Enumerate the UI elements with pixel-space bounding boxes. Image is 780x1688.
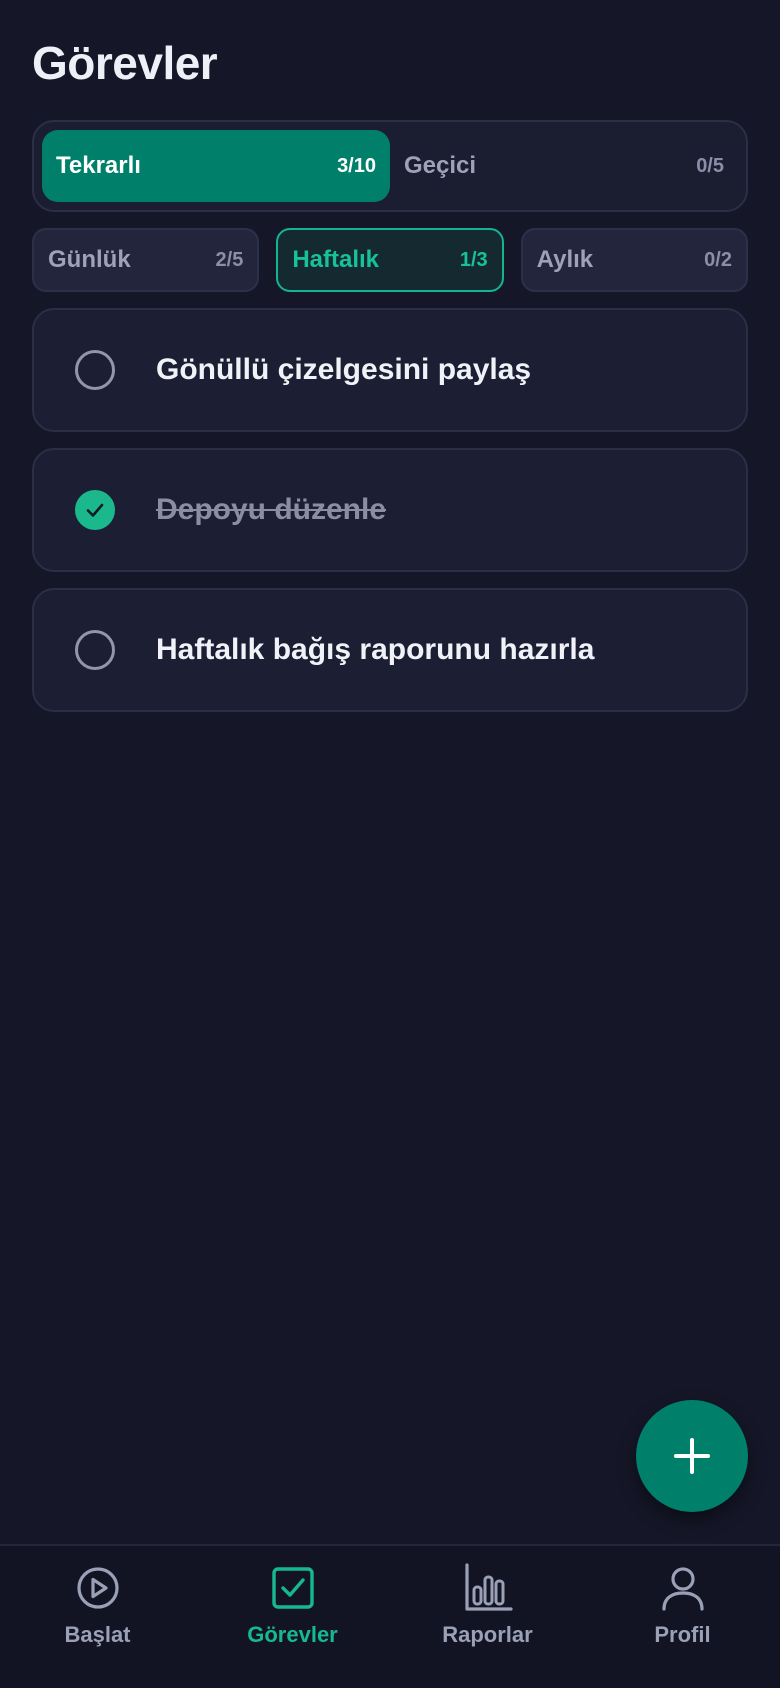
page-title: Görevler: [32, 37, 218, 89]
nav-label: Profil: [654, 1622, 711, 1647]
period-count: 2/5: [215, 248, 244, 271]
nav-item-tasks[interactable]: Görevler: [195, 1546, 390, 1688]
period-count: 0/2: [704, 248, 732, 271]
tasks-screen: Görevler Tekrarlı 3/10 Geçici 0/5 Günlük…: [0, 0, 780, 1688]
segment-count: 3/10: [337, 154, 376, 177]
segment-temporary[interactable]: Geçici 0/5: [390, 130, 738, 202]
nav-label: Görevler: [247, 1622, 338, 1647]
task-checkbox[interactable]: [75, 630, 115, 670]
task-checkbox-checked[interactable]: [75, 490, 115, 530]
period-label: Haftalık: [292, 246, 380, 273]
task-title: Haftalık bağış raporunu hazırla: [156, 633, 595, 666]
segment-label: Tekrarlı: [56, 152, 141, 179]
period-label: Aylık: [536, 246, 594, 273]
period-label: Günlük: [48, 246, 131, 273]
bar-chart-icon: [462, 1562, 514, 1614]
segment-label: Geçici: [404, 152, 477, 179]
plus-icon: [674, 1438, 710, 1474]
nav-label: Raporlar: [442, 1622, 533, 1647]
task-item[interactable]: Gönüllü çizelgesini paylaş: [32, 308, 748, 432]
period-chip-daily[interactable]: Günlük 2/5: [32, 228, 260, 292]
period-chip-weekly[interactable]: Haftalık 1/3: [276, 228, 504, 292]
segment-count: 0/5: [696, 154, 724, 177]
nav-label: Başlat: [64, 1622, 131, 1647]
task-title: Gönüllü çizelgesini paylaş: [156, 353, 532, 386]
nav-item-start[interactable]: Başlat: [0, 1546, 195, 1688]
period-count: 1/3: [459, 248, 488, 271]
segment-recurring[interactable]: Tekrarlı 3/10: [42, 130, 390, 202]
bottom-navigation: Başlat Görevler Raporlar Profil: [0, 1544, 780, 1688]
task-item[interactable]: Depoyu düzenle: [32, 448, 748, 572]
task-item[interactable]: Haftalık bağış raporunu hazırla: [32, 588, 748, 712]
nav-item-profile[interactable]: Profil: [585, 1546, 780, 1688]
task-type-segmented-control: Tekrarlı 3/10 Geçici 0/5: [32, 120, 748, 212]
checkbox-icon: [267, 1562, 319, 1614]
checkmark-icon: [86, 503, 104, 517]
add-task-button[interactable]: [636, 1400, 748, 1512]
user-icon: [657, 1562, 709, 1614]
task-title: Depoyu düzenle: [156, 493, 387, 526]
task-checkbox[interactable]: [75, 350, 115, 390]
play-circle-icon: [72, 1562, 124, 1614]
period-filter: Günlük 2/5 Haftalık 1/3 Aylık 0/2: [32, 228, 748, 292]
period-chip-monthly[interactable]: Aylık 0/2: [520, 228, 748, 292]
nav-item-reports[interactable]: Raporlar: [390, 1546, 585, 1688]
